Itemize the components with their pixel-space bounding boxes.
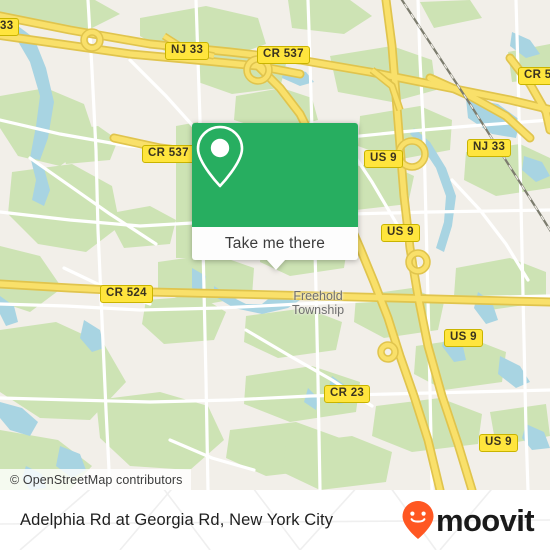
place-label-line-1: Freehold bbox=[293, 289, 343, 303]
road-shield-us-9-lower[interactable]: US 9 bbox=[444, 329, 483, 347]
road-shield-cr-5-east[interactable]: CR 5 bbox=[518, 67, 550, 85]
station-callout-card[interactable]: Take me there bbox=[192, 123, 358, 270]
map-pin-icon bbox=[196, 125, 244, 188]
take-me-there-label: Take me there bbox=[224, 234, 326, 252]
road-shield-cr-537-north[interactable]: CR 537 bbox=[257, 46, 310, 64]
road-shield-nj-33-north[interactable]: NJ 33 bbox=[165, 42, 210, 60]
road-shield-us-9-middle[interactable]: US 9 bbox=[381, 224, 420, 242]
map-canvas[interactable]: Freehold Township 33 NJ 33 CR 537 CR 5 C… bbox=[0, 0, 550, 490]
osm-attribution-text: © OpenStreetMap contributors bbox=[10, 472, 183, 487]
road-shield-cr-524[interactable]: CR 524 bbox=[100, 285, 153, 303]
road-shield-cr-23[interactable]: CR 23 bbox=[324, 385, 371, 403]
station-title: Adelphia Rd at Georgia Rd, New York City bbox=[20, 510, 334, 529]
road-shield-us-9-bottom[interactable]: US 9 bbox=[479, 434, 518, 452]
road-shield-nj-33-west[interactable]: 33 bbox=[0, 18, 20, 36]
place-label-line-2: Township bbox=[291, 302, 345, 317]
road-shield-cr-537-west[interactable]: CR 537 bbox=[142, 145, 195, 163]
place-label-freehold-township: Freehold Township bbox=[278, 289, 358, 317]
moovit-brand-logo[interactable]: moovit bbox=[401, 500, 535, 540]
page-footer: Adelphia Rd at Georgia Rd, New York City… bbox=[0, 490, 550, 550]
osm-attribution[interactable]: © OpenStreetMap contributors bbox=[0, 469, 191, 490]
moovit-pin-icon bbox=[402, 501, 434, 539]
callout-header bbox=[192, 123, 358, 227]
callout-action-bar[interactable]: Take me there bbox=[192, 227, 358, 260]
moovit-wordmark: moovit bbox=[435, 502, 535, 538]
moovit-station-map-page: Freehold Township 33 NJ 33 CR 537 CR 5 C… bbox=[0, 0, 550, 550]
callout-pointer-tail bbox=[266, 259, 286, 270]
road-shield-us-9-upper[interactable]: US 9 bbox=[364, 150, 403, 168]
road-shield-nj-33-east[interactable]: NJ 33 bbox=[467, 139, 512, 157]
